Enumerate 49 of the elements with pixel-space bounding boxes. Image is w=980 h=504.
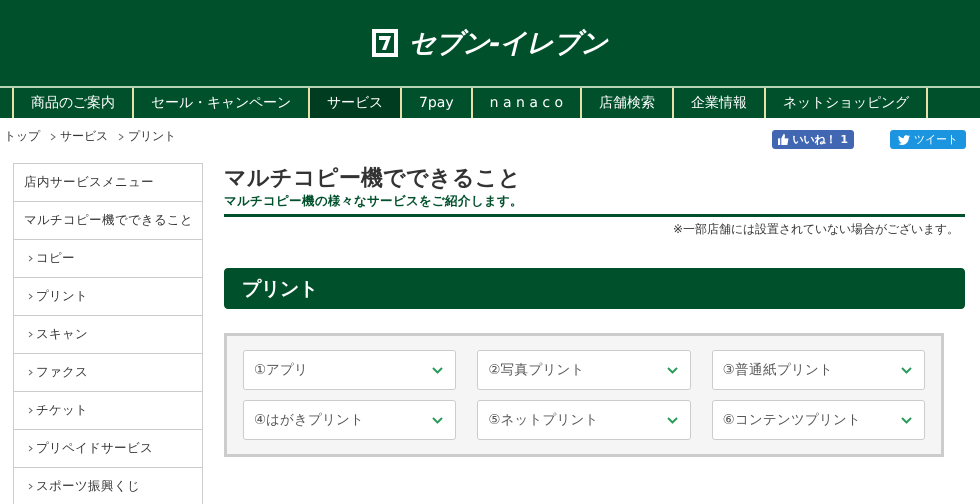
nav-item[interactable]: 商品のご案内 (12, 88, 132, 118)
thumbs-up-icon (778, 134, 789, 145)
breadcrumb-link[interactable]: サービス (60, 128, 108, 145)
breadcrumb-link[interactable]: トップ (4, 128, 40, 145)
accordion-toggle[interactable]: ④はがきプリント (243, 400, 456, 440)
sidebar-item[interactable]: プリペイドサービス (13, 430, 203, 468)
sidebar-item[interactable]: ファクス (13, 354, 203, 392)
chevron-down-icon (900, 366, 912, 374)
chevron-right-icon (28, 483, 33, 490)
chevron-right-icon (28, 369, 33, 376)
chevron-right-icon (28, 407, 33, 414)
accordion-toggle[interactable]: ⑤ネットプリント (477, 400, 691, 440)
nav-item[interactable]: 企業情報 (672, 88, 764, 118)
sidebar-item[interactable]: 店内サービスメニュー (13, 163, 203, 202)
chevron-down-icon (666, 416, 678, 424)
sidebar-item[interactable]: スキャン (13, 316, 203, 354)
chevron-right-icon (50, 132, 56, 140)
accordion-toggle[interactable]: ②写真プリント (477, 350, 691, 390)
nav-item[interactable]: ネットショッピング (764, 88, 928, 118)
sidebar-item[interactable]: マルチコピー機でできること (13, 202, 203, 240)
nav-item[interactable]: n a n a c o (470, 88, 580, 118)
chevron-down-icon (666, 366, 678, 374)
accordion-toggle[interactable]: ③普通紙プリント (712, 350, 925, 390)
page-title: マルチコピー機でできること (224, 165, 522, 193)
note-text: ※一部店舗には設置されていない場合がございます。 (672, 221, 959, 238)
nav-item[interactable]: 店舗検索 (580, 88, 672, 118)
sidebar-item[interactable]: コピー (13, 240, 203, 278)
nav-item[interactable]: 7pay (400, 88, 471, 118)
bird-icon (898, 134, 910, 144)
logo-icon (372, 29, 398, 57)
section-heading: プリント (224, 268, 965, 309)
breadcrumb-link[interactable]: プリント (128, 128, 176, 145)
nav-item[interactable]: サービス (308, 88, 400, 118)
chevron-right-icon (28, 255, 33, 262)
chevron-right-icon (28, 445, 33, 452)
chevron-down-icon (900, 416, 912, 424)
chevron-down-icon (432, 366, 444, 374)
accordion-toggle[interactable]: ⑥コンテンツプリント (712, 400, 925, 440)
sidebar-item[interactable]: チケット (13, 392, 203, 430)
chevron-right-icon (28, 331, 33, 338)
sidebar-item[interactable]: スポーツ振興くじ (13, 468, 203, 504)
logo-text[interactable]: セブン-イレブン (408, 25, 608, 61)
like-button[interactable]: いいね！ 1 (772, 130, 854, 149)
chevron-down-icon (432, 416, 444, 424)
accordion-toggle[interactable]: ①アプリ (243, 350, 456, 390)
sidebar-item[interactable]: プリント (13, 278, 203, 316)
page-subtitle: マルチコピー機の様々なサービスをご紹介します。 (224, 193, 965, 217)
chevron-right-icon (28, 293, 33, 300)
chevron-right-icon (118, 132, 124, 140)
